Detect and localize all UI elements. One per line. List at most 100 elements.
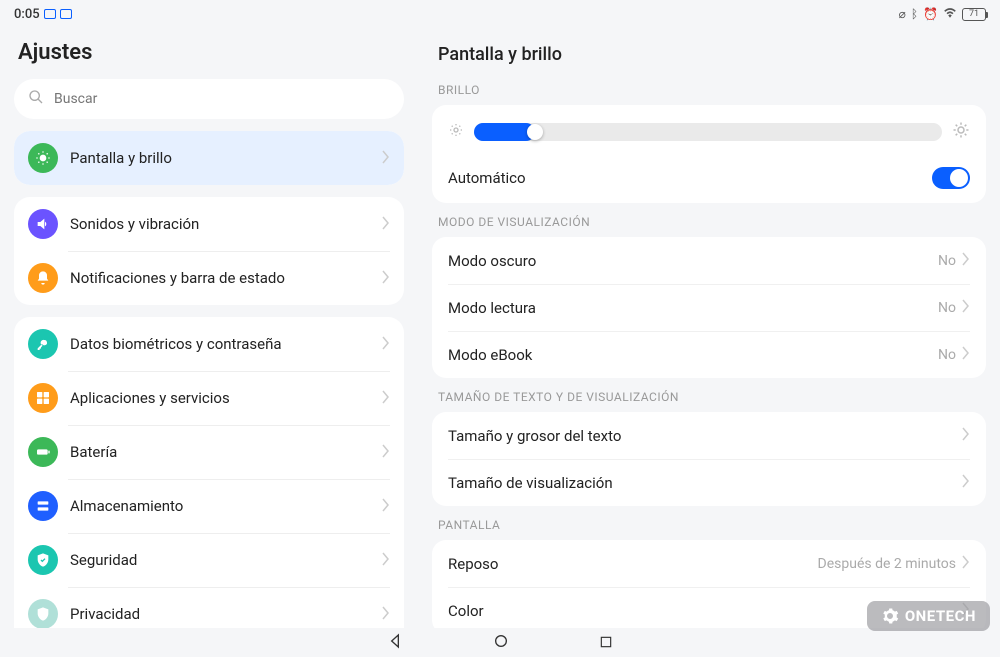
row-value: No <box>938 347 956 363</box>
sound-icon <box>28 209 58 239</box>
shield-icon <box>28 545 58 575</box>
chevron-right-icon <box>962 426 970 445</box>
chevron-right-icon <box>382 215 390 234</box>
nav-back-button[interactable] <box>387 633 403 653</box>
key-icon <box>28 329 58 359</box>
sidebar-item-label: Datos biométricos y contraseña <box>70 335 382 353</box>
sidebar-item-label: Seguridad <box>70 551 382 569</box>
brightness-panel: Automático <box>432 105 986 203</box>
chevron-right-icon <box>382 497 390 516</box>
chevron-right-icon <box>382 551 390 570</box>
display-mode-row-0[interactable]: Modo oscuroNo <box>432 237 986 284</box>
display-mode-row-1[interactable]: Modo lecturaNo <box>432 284 986 331</box>
nav-recent-button[interactable] <box>599 634 613 653</box>
chevron-right-icon <box>962 251 970 270</box>
sidebar-item-sound[interactable]: Sonidos y vibración <box>14 197 404 251</box>
chevron-right-icon <box>382 605 390 624</box>
section-label-screen: PANTALLA <box>438 518 986 532</box>
sidebar-group: Pantalla y brillo <box>14 131 404 185</box>
sidebar-item-label: Aplicaciones y servicios <box>70 389 382 407</box>
sidebar-item-biometric[interactable]: Datos biométricos y contraseña <box>14 317 404 371</box>
chevron-right-icon <box>962 473 970 492</box>
sidebar-item-display[interactable]: Pantalla y brillo <box>14 131 404 185</box>
row-label: Modo eBook <box>448 346 938 364</box>
watermark: ONETECH <box>867 601 990 631</box>
section-label-brightness: BRILLO <box>438 83 986 97</box>
grid-icon <box>28 383 58 413</box>
chevron-right-icon <box>382 269 390 288</box>
display-mode-panel: Modo oscuroNoModo lecturaNoModo eBookNo <box>432 237 986 378</box>
chevron-right-icon <box>962 345 970 364</box>
search-icon <box>28 89 44 109</box>
chevron-right-icon <box>962 554 970 573</box>
section-label-textsize: TAMAÑO DE TEXTO Y DE VISUALIZACIÓN <box>438 390 986 404</box>
sidebar-item-apps[interactable]: Aplicaciones y servicios <box>14 371 404 425</box>
row-label: Tamaño de visualización <box>448 474 962 492</box>
sidebar: Ajustes Pantalla y brillo Sonidos y vibra… <box>0 28 418 628</box>
battery-level: 71 <box>969 9 979 19</box>
section-label-displaymode: MODO DE VISUALIZACIÓN <box>438 215 986 229</box>
storage-icon <box>28 491 58 521</box>
sidebar-item-label: Notificaciones y barra de estado <box>70 269 382 287</box>
sidebar-item-battery[interactable]: Batería <box>14 425 404 479</box>
recent-app-indicator-1 <box>44 9 56 19</box>
recent-app-indicator-2 <box>60 9 72 19</box>
search-box[interactable] <box>14 79 404 119</box>
chevron-right-icon <box>382 335 390 354</box>
brightness-slider[interactable] <box>474 123 942 141</box>
text-size-panel: Tamaño y grosor del texto Tamaño de visua… <box>432 412 986 506</box>
row-value: Después de 2 minutos <box>818 556 956 572</box>
alarm-icon: ⏰ <box>923 7 938 21</box>
sidebar-group: Datos biométricos y contraseña Aplicacion… <box>14 317 404 628</box>
bell-icon <box>28 263 58 293</box>
battery-icon <box>28 437 58 467</box>
sidebar-item-privacy[interactable]: Privacidad <box>14 587 404 628</box>
nav-home-button[interactable] <box>493 633 509 653</box>
row-label: Modo lectura <box>448 299 938 317</box>
chevron-right-icon <box>962 298 970 317</box>
text-size-row-0[interactable]: Tamaño y grosor del texto <box>432 412 986 459</box>
sidebar-item-security[interactable]: Seguridad <box>14 533 404 587</box>
chevron-right-icon <box>382 389 390 408</box>
wifi-icon <box>943 7 957 21</box>
search-input[interactable] <box>54 91 390 107</box>
privacy-icon <box>28 599 58 628</box>
sidebar-item-label: Almacenamiento <box>70 497 382 515</box>
row-value: No <box>938 300 956 316</box>
screen-row-0[interactable]: ReposoDespués de 2 minutos <box>432 540 986 587</box>
navigation-bar <box>0 629 1000 657</box>
auto-brightness-toggle[interactable] <box>932 167 970 189</box>
gear-icon <box>881 607 899 625</box>
status-time: 0:05 <box>14 7 40 22</box>
chevron-right-icon <box>382 443 390 462</box>
chevron-right-icon <box>382 149 390 168</box>
sidebar-title: Ajustes <box>18 40 404 65</box>
watermark-text: ONETECH <box>905 607 976 625</box>
auto-brightness-row[interactable]: Automático <box>432 153 986 203</box>
brightness-low-icon <box>448 122 464 142</box>
sidebar-item-label: Sonidos y vibración <box>70 215 382 233</box>
text-size-row-1[interactable]: Tamaño de visualización <box>432 459 986 506</box>
battery-icon: 71 <box>962 8 986 21</box>
row-label: Reposo <box>448 555 818 573</box>
display-icon <box>28 143 58 173</box>
content-pane: Pantalla y brillo BRILLO Automático M <box>418 28 1000 628</box>
row-value: No <box>938 253 956 269</box>
display-mode-row-2[interactable]: Modo eBookNo <box>432 331 986 378</box>
bluetooth-icon: ᛒ <box>911 7 918 21</box>
content-title: Pantalla y brillo <box>438 44 986 65</box>
sidebar-item-storage[interactable]: Almacenamiento <box>14 479 404 533</box>
row-label: Tamaño y grosor del texto <box>448 427 962 445</box>
status-right: ⌀ ᛒ ⏰ 71 <box>899 7 986 21</box>
sidebar-group: Sonidos y vibración Notificaciones y barr… <box>14 197 404 305</box>
sidebar-item-label: Privacidad <box>70 605 382 623</box>
sidebar-item-label: Batería <box>70 443 382 461</box>
status-bar: 0:05 ⌀ ᛒ ⏰ 71 <box>0 0 1000 28</box>
brightness-slider-row <box>432 105 986 153</box>
auto-brightness-label: Automático <box>448 169 932 187</box>
brightness-high-icon <box>952 121 970 143</box>
row-label: Modo oscuro <box>448 252 938 270</box>
vibrate-icon: ⌀ <box>899 7 906 21</box>
sidebar-item-label: Pantalla y brillo <box>70 149 382 167</box>
sidebar-item-notifications[interactable]: Notificaciones y barra de estado <box>14 251 404 305</box>
